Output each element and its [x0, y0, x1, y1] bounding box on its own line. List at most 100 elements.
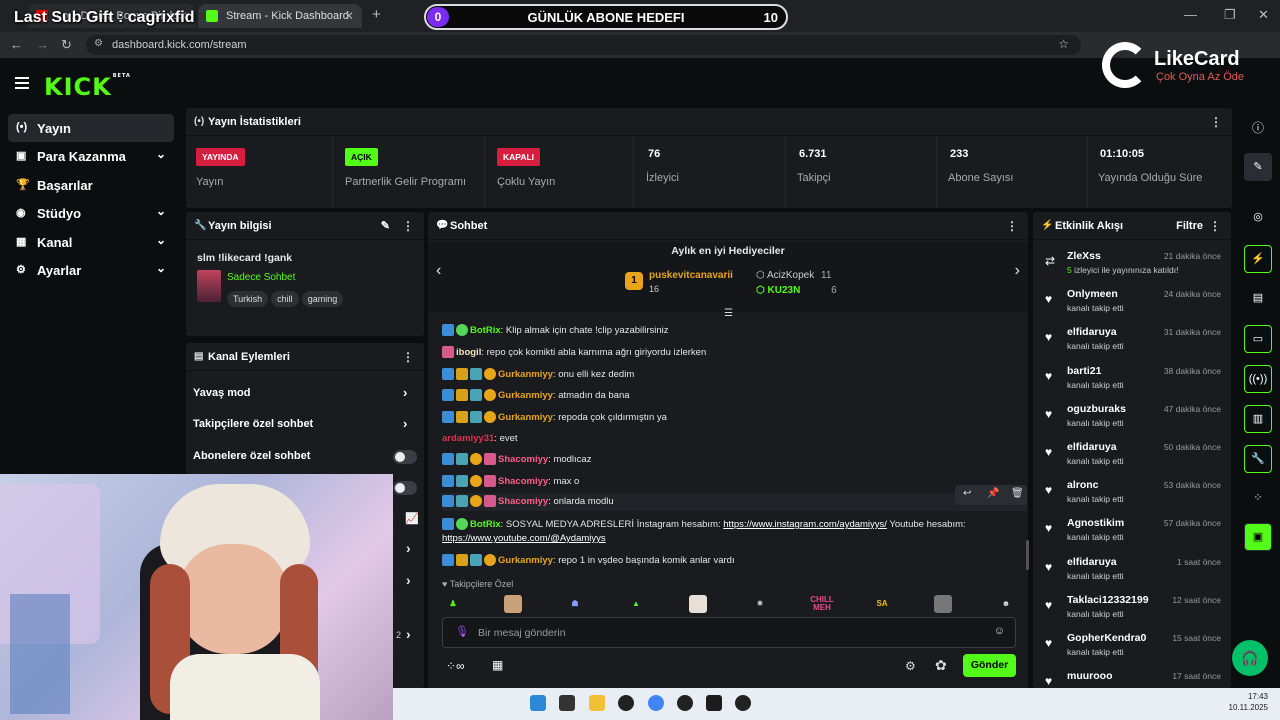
slow-mode-item[interactable]: Yavaş mod ›	[193, 385, 407, 400]
chevron-right-icon[interactable]: ›	[406, 626, 411, 642]
emote-icon[interactable]	[934, 595, 952, 613]
chat-settings-icon[interactable]: ⚙	[905, 659, 916, 673]
activity-item[interactable]: ♥ barti21 38 dakika önce kanalı takip etti	[1040, 364, 1226, 402]
activity-item[interactable]: ♥ elfidaruya 31 dakika önce kanalı takip et…	[1040, 325, 1226, 363]
bookmark-star-icon[interactable]: ☆	[1058, 37, 1069, 51]
start-icon[interactable]	[530, 695, 546, 711]
activity-username[interactable]: elfidaruya	[1067, 326, 1117, 338]
rank-2-gifter[interactable]: ⬡ AcizKopek 11	[756, 270, 831, 281]
edit-tool-icon[interactable]: ✎	[1244, 153, 1272, 181]
activity-item[interactable]: ♥ Taklaci12332199 12 saat önce kanalı takip…	[1040, 593, 1226, 631]
filter-button[interactable]: Filtre	[1176, 220, 1203, 232]
emote-icon[interactable]	[504, 595, 522, 613]
category-link[interactable]: Sadece Sohbet	[227, 272, 295, 283]
activity-username[interactable]: muurooo	[1067, 670, 1113, 682]
menu-icon[interactable]	[15, 77, 29, 89]
activity-username[interactable]: ZleXss	[1067, 250, 1101, 262]
activity-item[interactable]: ♥ Agnostikim 57 dakika önce kanalı takip et…	[1040, 516, 1226, 554]
sidebar-item-ayarlar[interactable]: ⚙ Ayarlar ⌄	[8, 256, 174, 284]
action-toggle[interactable]	[393, 481, 417, 495]
botrix-icon[interactable]: ⁘∞	[446, 659, 465, 673]
info-icon[interactable]: ⓘ	[1252, 119, 1264, 136]
activity-username[interactable]: GopherKendra0	[1067, 632, 1146, 644]
wrench-tool-icon[interactable]: 🔧	[1244, 445, 1272, 473]
store-icon[interactable]: ▦	[492, 658, 503, 672]
followers-only-item[interactable]: Takipçilere özel sohbet ›	[193, 416, 407, 431]
activity-username[interactable]: Taklaci12332199	[1067, 594, 1149, 606]
activity-username[interactable]: Agnostikim	[1067, 517, 1124, 529]
emote-icon[interactable]: ✷	[751, 595, 769, 613]
activity-item[interactable]: ♥ Onlymeen 24 dakika önce kanalı takip etti	[1040, 287, 1226, 325]
new-tab-icon[interactable]: +	[372, 6, 381, 23]
chat-scrollbar[interactable]	[1026, 540, 1029, 570]
emote-icon[interactable]: ☻	[997, 595, 1015, 613]
more-options-icon[interactable]: ⋮	[1210, 115, 1222, 129]
explorer-icon[interactable]	[589, 695, 605, 711]
mic-icon[interactable]: 🎙	[455, 625, 469, 638]
activity-username[interactable]: Onlymeen	[1067, 288, 1118, 300]
send-button[interactable]: Gönder	[963, 654, 1016, 677]
prev-arrow-icon[interactable]: ‹	[436, 262, 441, 280]
more-options-icon[interactable]: ⋮	[1006, 219, 1018, 233]
reply-icon[interactable]: ↩	[963, 488, 971, 499]
reload-icon[interactable]: ↻	[61, 37, 72, 53]
chrome-icon[interactable]	[648, 695, 664, 711]
sidebar-item-yayin[interactable]: (•) Yayın	[8, 114, 174, 142]
edit-icon[interactable]: ✎	[381, 219, 390, 232]
sidebar-item-kanal[interactable]: ▦ Kanal ⌄	[8, 228, 174, 256]
minimize-icon[interactable]: —	[1184, 7, 1197, 22]
pin-icon[interactable]: 📌	[987, 488, 999, 499]
taskview-icon[interactable]	[559, 695, 575, 711]
extension-tool-icon[interactable]: ▣	[1244, 523, 1272, 551]
emoji-icon[interactable]: ☺	[994, 625, 1005, 637]
chart-icon[interactable]: 📈	[405, 512, 419, 525]
activity-username[interactable]: alronc	[1067, 479, 1099, 491]
subscribers-only-toggle[interactable]	[393, 450, 417, 464]
close-window-icon[interactable]: ✕	[1258, 7, 1269, 23]
emote-icon[interactable]: ♟	[444, 595, 462, 613]
restore-icon[interactable]: ❐	[1224, 7, 1236, 23]
more-options-icon[interactable]: ⋮	[402, 219, 414, 233]
activity-item[interactable]: ♥ GopherKendra0 15 saat önce kanalı takip e…	[1040, 631, 1226, 669]
chat-input[interactable]: 🎙 Bir mesaj gönderin ☺	[442, 617, 1016, 648]
camera-tool-icon[interactable]: ◎	[1244, 204, 1272, 232]
url-field[interactable]: ⚙ dashboard.kick.com/stream ☆	[86, 35, 1081, 55]
emote-sa[interactable]: SA	[873, 595, 891, 613]
emote-icon[interactable]: ▲	[627, 595, 645, 613]
lightning-tool-icon[interactable]: ⚡	[1244, 245, 1272, 273]
chevron-right-icon[interactable]: ›	[406, 572, 411, 588]
apps-tool-icon[interactable]: ⁘	[1244, 485, 1272, 513]
activity-item[interactable]: ♥ oguzburaks 47 dakika önce kanalı takip et…	[1040, 402, 1226, 440]
emote-chill-meh[interactable]: CHILL MEH	[810, 595, 834, 613]
app-icon[interactable]	[677, 695, 693, 711]
sidebar-item-basarilar[interactable]: 🏆 Başarılar	[8, 171, 174, 199]
chevron-right-icon[interactable]: ›	[406, 540, 411, 556]
rank-3-gifter[interactable]: ⬡ KU23N 6	[756, 285, 837, 296]
back-icon[interactable]: ←	[10, 37, 23, 52]
activity-item[interactable]: ♥ elfidaruya 1 saat önce kanalı takip etti	[1040, 555, 1226, 593]
app-icon[interactable]	[706, 695, 722, 711]
emote-icon[interactable]	[689, 595, 707, 613]
browser-tab-active[interactable]: Stream - Kick Dashboard ✕	[198, 4, 362, 28]
activity-item[interactable]: ⇄ ZleXss 21 dakika önce 5 izleyici ile yayı…	[1040, 249, 1226, 287]
chat-tool-icon[interactable]: ▭	[1244, 325, 1272, 353]
instagram-link[interactable]: https://www.instagram.com/aydamiyys/	[723, 519, 887, 530]
sidebar-item-para-kazanma[interactable]: ▣ Para Kazanma ⌄	[8, 142, 174, 170]
activity-username[interactable]: oguzburaks	[1067, 403, 1126, 415]
activity-item[interactable]: ♥ elfidaruya 50 dakika önce kanalı takip et…	[1040, 440, 1226, 478]
app-icon[interactable]	[735, 695, 751, 711]
site-info-icon[interactable]: ⚙	[94, 38, 103, 49]
category-thumbnail[interactable]	[197, 270, 221, 302]
activity-item[interactable]: ♥ alronc 53 dakika önce kanalı takip etti	[1040, 478, 1226, 516]
activity-username[interactable]: elfidaruya	[1067, 556, 1117, 568]
layout-tool-icon[interactable]: ▥	[1244, 405, 1272, 433]
next-arrow-icon[interactable]: ›	[1015, 262, 1020, 280]
forward-icon[interactable]: →	[36, 37, 49, 52]
support-headset-icon[interactable]: 🎧	[1232, 640, 1268, 676]
document-tool-icon[interactable]: ▤	[1244, 285, 1272, 313]
emote-icon[interactable]: ☗	[566, 595, 584, 613]
activity-username[interactable]: elfidaruya	[1067, 441, 1117, 453]
delete-icon[interactable]: 🗑	[1011, 488, 1024, 499]
sidebar-item-studyo[interactable]: ◉ Stüdyo ⌄	[8, 199, 174, 227]
more-options-icon[interactable]: ⋮	[1209, 219, 1221, 233]
